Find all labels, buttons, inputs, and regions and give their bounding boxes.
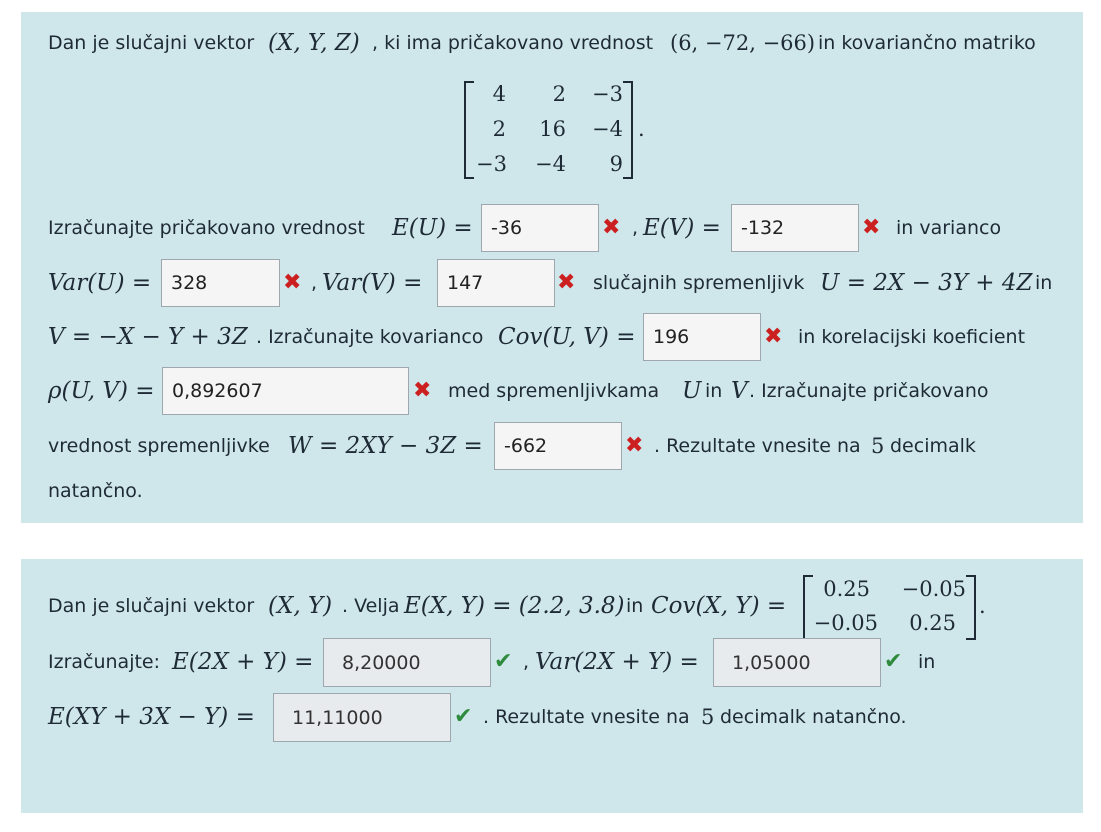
matrix-cell: −4: [592, 117, 623, 141]
check-icon: ✔: [494, 649, 513, 674]
q2-vector: (X, Y): [268, 593, 333, 619]
matrix-cell: −0.05: [813, 611, 878, 635]
matrix-cell: 4: [492, 82, 506, 106]
V-definition: V = −X − Y + 3Z: [48, 324, 248, 350]
answer-E3-input[interactable]: [273, 693, 451, 742]
matrix-right-bracket: [966, 575, 976, 640]
W-text: vrednost spremenljivke: [48, 435, 270, 457]
cov-text: . Izračunajte kovarianco: [256, 326, 484, 348]
label-VarV: Var(V) =: [322, 270, 423, 296]
label-EV: E(V) =: [643, 215, 721, 241]
comma: ,: [311, 272, 318, 294]
q1-mean: (6, −72, −66): [670, 31, 816, 55]
exp-text: . Izračunajte pričakovano: [749, 380, 989, 402]
q1-line2-text: Izračunajte pričakovano vrednost: [48, 217, 365, 239]
matrix-left-bracket: [464, 81, 474, 179]
natancno-text: natančno.: [48, 480, 143, 502]
q2-izracunajte: Izračunajte:: [48, 651, 161, 673]
answer-VarU-input[interactable]: [161, 259, 280, 307]
cross-icon: ✖: [557, 270, 576, 295]
in-word: in: [705, 380, 723, 402]
answer-rho-input[interactable]: [162, 367, 409, 415]
result-text: . Rezultate vnesite na: [483, 706, 690, 728]
answer-EV-input[interactable]: [731, 204, 859, 252]
label-E3: E(XY + 3X − Y) =: [48, 704, 255, 730]
matrix-end: .: [979, 594, 986, 618]
q1-intro2: , ki ima pričakovano vrednost: [372, 32, 654, 54]
result-text: . Rezultate vnesite na: [654, 435, 861, 457]
cross-icon: ✖: [862, 215, 881, 240]
q2-intro: Dan je slučajni vektor: [48, 595, 255, 617]
matrix-cell: −4: [535, 152, 566, 176]
label-rho: ρ(U, V) =: [48, 378, 155, 404]
q1-vector: (X, Y, Z): [268, 30, 360, 56]
in-word: in: [918, 651, 936, 673]
label-VarU: Var(U) =: [48, 270, 152, 296]
U-definition: U = 2X − 3Y + 4Z: [820, 270, 1033, 296]
answer-EU-input[interactable]: [481, 204, 599, 252]
rv-text: slučajnih spremenljivk: [593, 272, 805, 294]
answer-E2-input[interactable]: [323, 638, 491, 687]
cross-icon: ✖: [625, 433, 644, 458]
cross-icon: ✖: [602, 215, 621, 240]
decimals-count: 5: [871, 434, 885, 458]
check-icon: ✔: [454, 704, 473, 729]
cross-icon: ✖: [413, 378, 432, 403]
comma: ,: [523, 651, 530, 673]
matrix-cell: 9: [609, 152, 623, 176]
q2-Cov-definition: Cov(X, Y) =: [651, 593, 787, 619]
check-icon: ✔: [884, 649, 903, 674]
matrix-right-bracket: [623, 81, 633, 179]
matrix-cell: −3: [476, 152, 507, 176]
label-EU: E(U) =: [392, 215, 473, 241]
decimal-text: decimalk: [890, 435, 976, 457]
in-word: in: [626, 595, 644, 617]
q2-E-definition: E(X, Y) = (2.2, 3.8): [404, 593, 625, 619]
label-Var2: Var(2X + Y) =: [535, 649, 699, 675]
matrix-cell: 2: [492, 117, 506, 141]
corr-text: in korelacijski koeficient: [798, 326, 1026, 348]
answer-W-input[interactable]: [494, 422, 622, 470]
matrix-cell: 0.25: [909, 611, 956, 635]
W-definition: W = 2XY − 3Z =: [288, 433, 483, 459]
tail-text: decimalk natančno.: [720, 706, 907, 728]
comma: ,: [632, 217, 639, 239]
matrix-cell: 16: [539, 117, 566, 141]
cross-icon: ✖: [283, 270, 302, 295]
cross-icon: ✖: [764, 324, 783, 349]
var-U: U: [682, 378, 702, 404]
answer-Var2-input[interactable]: [713, 638, 881, 687]
matrix-cell: 2: [552, 82, 566, 106]
matrix-end: .: [638, 117, 645, 141]
between-text: med spremenljivkama: [448, 380, 660, 402]
var-V: V: [731, 378, 748, 404]
matrix-cell: 0.25: [823, 577, 870, 601]
matrix-cell: −0.05: [901, 577, 966, 601]
matrix-cell: −3: [592, 82, 623, 106]
decimals-count: 5: [701, 705, 715, 729]
q2-velja: . Velja: [342, 595, 400, 617]
in-word: in: [1035, 272, 1053, 294]
label-E2: E(2X + Y) =: [172, 649, 314, 675]
q1-intro: Dan je slučajni vektor: [48, 32, 255, 54]
label-Cov: Cov(U, V) =: [498, 324, 636, 350]
q1-intro3: in kovariančno matriko: [818, 32, 1036, 54]
in-variance-text: in varianco: [896, 217, 1002, 239]
answer-VarV-input[interactable]: [437, 259, 555, 307]
answer-Cov-input[interactable]: [643, 313, 761, 361]
